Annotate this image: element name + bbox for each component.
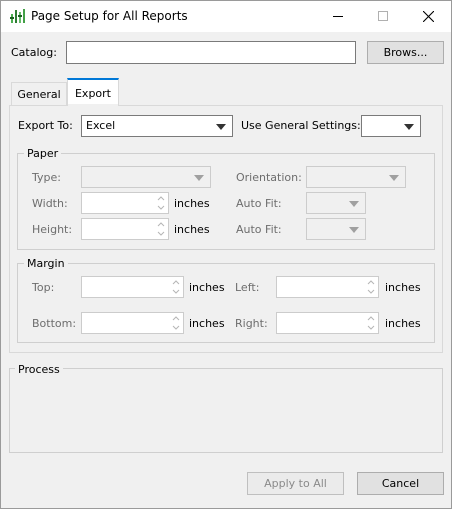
width-unit-label: inches	[174, 197, 210, 210]
cancel-button[interactable]: Cancel	[357, 472, 444, 495]
window-title: Page Setup for All Reports	[31, 9, 188, 23]
height-autofit-select[interactable]	[306, 218, 366, 240]
spin-up-icon[interactable]	[156, 220, 166, 229]
maximize-icon	[378, 11, 388, 21]
orientation-select[interactable]	[306, 166, 406, 188]
paper-type-select[interactable]	[81, 166, 211, 188]
margin-left-label: Left:	[235, 281, 260, 294]
minimize-icon	[333, 16, 343, 17]
paper-group-title: Paper	[24, 147, 62, 160]
spin-down-icon[interactable]	[171, 287, 181, 296]
margin-top-label: Top:	[32, 281, 55, 294]
height-stepper[interactable]	[81, 218, 169, 240]
spin-up-icon[interactable]	[366, 278, 376, 287]
title-bar: Page Setup for All Reports	[1, 1, 451, 32]
close-button[interactable]	[406, 1, 451, 32]
height-unit-label: inches	[174, 223, 210, 236]
minimize-button[interactable]	[316, 1, 361, 32]
margin-left-stepper[interactable]	[276, 276, 379, 298]
margin-bottom-unit-label: inches	[189, 317, 225, 330]
paper-type-label: Type:	[32, 171, 61, 184]
spin-down-icon[interactable]	[156, 229, 166, 238]
chevron-down-icon	[349, 227, 359, 233]
catalog-input[interactable]	[66, 41, 356, 64]
spin-down-icon[interactable]	[156, 203, 166, 212]
margin-right-unit-label: inches	[385, 317, 421, 330]
margin-right-label: Right:	[235, 317, 268, 330]
tab-export[interactable]: Export	[67, 78, 119, 106]
use-general-settings-select[interactable]	[361, 115, 421, 137]
chevron-down-icon	[194, 175, 204, 181]
apply-to-all-button[interactable]: Apply to All	[247, 472, 344, 495]
process-group	[9, 368, 443, 453]
margin-bottom-label: Bottom:	[32, 317, 77, 330]
spin-up-icon[interactable]	[366, 314, 376, 323]
margin-top-unit-label: inches	[189, 281, 225, 294]
margin-left-unit-label: inches	[385, 281, 421, 294]
width-stepper[interactable]	[81, 192, 169, 214]
chevron-down-icon	[404, 124, 414, 130]
spin-down-icon[interactable]	[366, 287, 376, 296]
close-icon	[423, 11, 434, 22]
chevron-down-icon	[389, 175, 399, 181]
margin-top-stepper[interactable]	[81, 276, 184, 298]
margin-group-title: Margin	[24, 257, 68, 270]
chevron-down-icon	[349, 201, 359, 207]
maximize-button[interactable]	[361, 1, 406, 32]
height-autofit-label: Auto Fit:	[236, 223, 282, 236]
orientation-label: Orientation:	[236, 171, 302, 184]
margin-bottom-stepper[interactable]	[81, 312, 184, 334]
active-tab-joiner	[68, 104, 118, 106]
chevron-down-icon	[216, 124, 226, 130]
catalog-label: Catalog:	[11, 46, 57, 59]
page-setup-dialog: Page Setup for All Reports Catalog: Brow…	[0, 0, 452, 509]
export-to-label: Export To:	[18, 119, 73, 132]
spin-up-icon[interactable]	[171, 278, 181, 287]
process-group-title: Process	[15, 363, 63, 376]
use-general-settings-label: Use General Settings:	[241, 119, 361, 132]
spin-up-icon[interactable]	[156, 194, 166, 203]
margin-right-stepper[interactable]	[276, 312, 379, 334]
browse-button[interactable]: Brows...	[367, 41, 444, 64]
height-label: Height:	[32, 223, 73, 236]
width-autofit-label: Auto Fit:	[236, 197, 282, 210]
export-to-value: Excel	[86, 119, 116, 132]
tab-general[interactable]: General	[11, 82, 67, 105]
width-autofit-select[interactable]	[306, 192, 366, 214]
export-to-select[interactable]: Excel	[81, 115, 233, 137]
width-label: Width:	[32, 197, 68, 210]
spin-down-icon[interactable]	[171, 323, 181, 332]
app-icon	[10, 9, 25, 23]
spin-down-icon[interactable]	[366, 323, 376, 332]
spin-up-icon[interactable]	[171, 314, 181, 323]
